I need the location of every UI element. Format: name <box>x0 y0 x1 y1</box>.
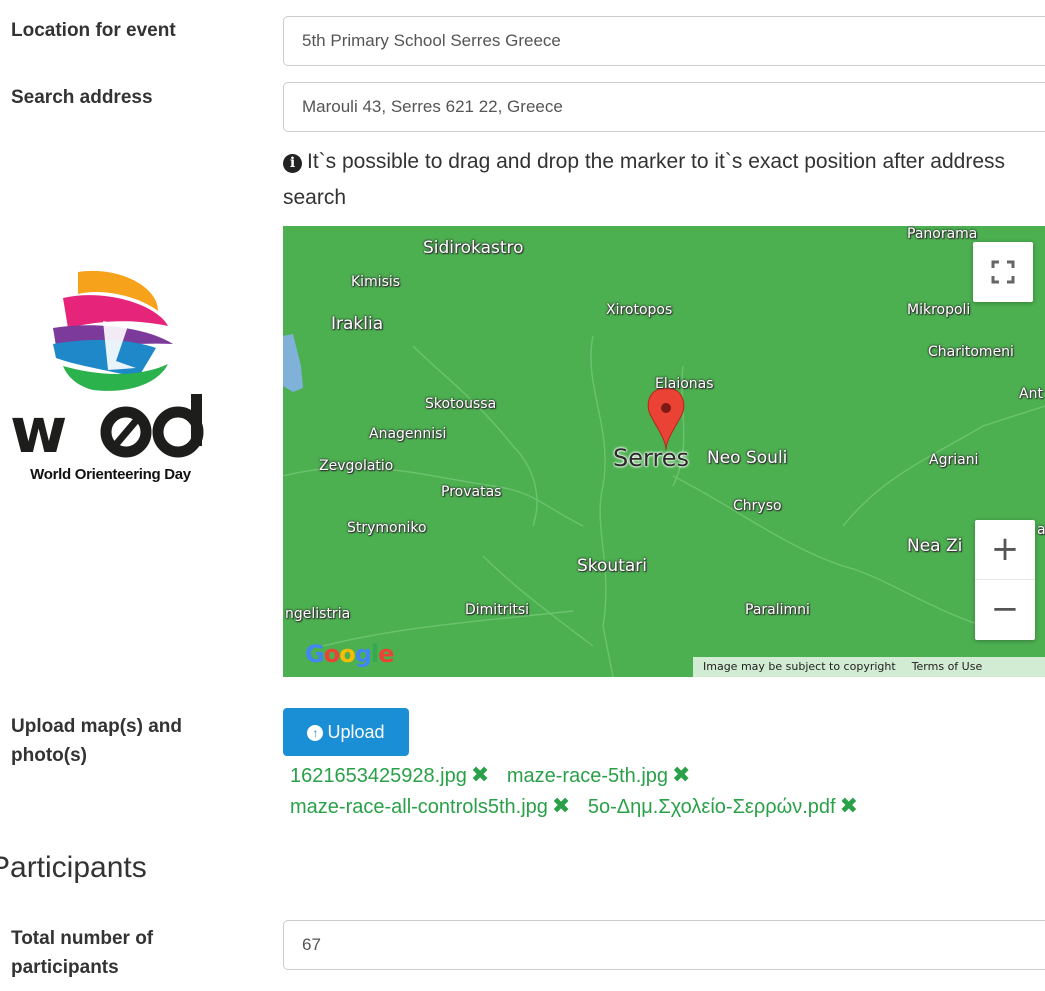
location-input[interactable]: 5th Primary School Serres Greece <box>283 16 1045 66</box>
fullscreen-icon <box>991 260 1015 284</box>
file-link[interactable]: 1621653425928.jpg <box>290 765 467 787</box>
map-place-label: Serres <box>613 444 690 472</box>
terms-of-use-link[interactable]: Terms of Use <box>912 660 983 673</box>
zoom-controls: + − <box>975 520 1035 640</box>
map-place-label: Nea Zi <box>907 536 963 556</box>
search-address-input[interactable]: Marouli 43, Serres 621 22, Greece <box>283 82 1045 132</box>
map-place-label: Xirotopos <box>606 302 673 318</box>
total-participants-label: Total number of participants <box>11 928 154 978</box>
remove-file-icon[interactable]: ✖ <box>552 793 570 818</box>
uploaded-file: maze-race-all-controls5th.jpg ✖ <box>290 793 570 818</box>
zoom-out-button[interactable]: − <box>975 580 1035 640</box>
map-place-label: Anagennisi <box>369 426 447 442</box>
map-copyright-text: Image may be subject to copyright <box>703 660 896 673</box>
participants-section-title: Participants <box>0 851 147 884</box>
map-attribution: Image may be subject to copyright Terms o… <box>693 657 1045 677</box>
map-place-label: Ant <box>1019 386 1043 402</box>
map-place-label: Mikropoli <box>907 302 971 318</box>
uploaded-files-list: 1621653425928.jpg ✖ maze-race-5th.jpg ✖ ma… <box>290 760 1030 822</box>
map-place-label: Skoutari <box>577 556 648 576</box>
google-logo: Google <box>305 640 394 668</box>
svg-text:w: w <box>10 394 66 466</box>
map-place-label: Kimisis <box>351 274 401 290</box>
map-place-label: Iraklia <box>331 314 384 334</box>
map-place-label: Skotoussa <box>425 396 497 412</box>
info-circle-icon: i <box>283 154 302 173</box>
upload-label: Upload map(s) and photo(s) <box>11 716 183 766</box>
map-place-label: Dimitritsi <box>465 602 530 618</box>
map-place-label: Strymoniko <box>347 520 427 536</box>
wod-logo-graphic: w <box>10 270 204 467</box>
zoom-in-button[interactable]: + <box>975 520 1035 580</box>
upload-button[interactable]: ↑ Upload <box>283 708 409 756</box>
file-link[interactable]: 5o-Δημ.Σχολείο-Σερρών.pdf <box>588 796 836 818</box>
location-label: Location for event <box>11 20 176 41</box>
map-place-label: Sidirokastro <box>423 238 524 258</box>
map-place-label: Provatas <box>441 484 502 500</box>
file-link[interactable]: maze-race-5th.jpg <box>507 765 668 787</box>
wod-logo-caption: World Orienteering Day <box>30 466 191 483</box>
search-address-label: Search address <box>11 87 153 108</box>
upload-button-label: Upload <box>327 722 385 742</box>
uploaded-file: maze-race-5th.jpg ✖ <box>507 762 691 787</box>
file-link[interactable]: maze-race-all-controls5th.jpg <box>290 796 548 818</box>
uploaded-file: 1621653425928.jpg ✖ <box>290 762 489 787</box>
remove-file-icon[interactable]: ✖ <box>840 793 858 818</box>
map-place-label: Zevgolatio <box>319 458 394 474</box>
map-place-label: Paralimni <box>745 602 810 618</box>
map-hint-text: It`s possible to drag and drop the marke… <box>283 150 1006 209</box>
map-place-label: Chryso <box>733 498 782 514</box>
map-place-label: Agriani <box>929 452 979 468</box>
upload-arrow-icon: ↑ <box>307 725 324 741</box>
remove-file-icon[interactable]: ✖ <box>471 762 489 787</box>
fullscreen-button[interactable] <box>973 242 1033 302</box>
map-place-label: Neo Souli <box>707 448 788 468</box>
remove-file-icon[interactable]: ✖ <box>672 762 690 787</box>
total-participants-input[interactable]: 67 <box>283 920 1045 970</box>
map-place-label: a <box>1037 522 1045 538</box>
map-place-label: Charitomeni <box>928 344 1014 360</box>
event-location-map[interactable]: Sidirokastro Panorama Kimisis Xirotopos … <box>283 226 1045 677</box>
map-place-label: ngelistria <box>285 606 351 622</box>
map-hint: i It`s possible to drag and drop the mark… <box>283 144 1043 216</box>
world-orienteering-day-logo: w World Orienteering Day <box>8 266 213 496</box>
map-place-label: Panorama <box>907 226 978 242</box>
uploaded-file: 5o-Δημ.Σχολείο-Σερρών.pdf ✖ <box>588 793 858 818</box>
map-place-label: Elaionas <box>655 376 714 392</box>
